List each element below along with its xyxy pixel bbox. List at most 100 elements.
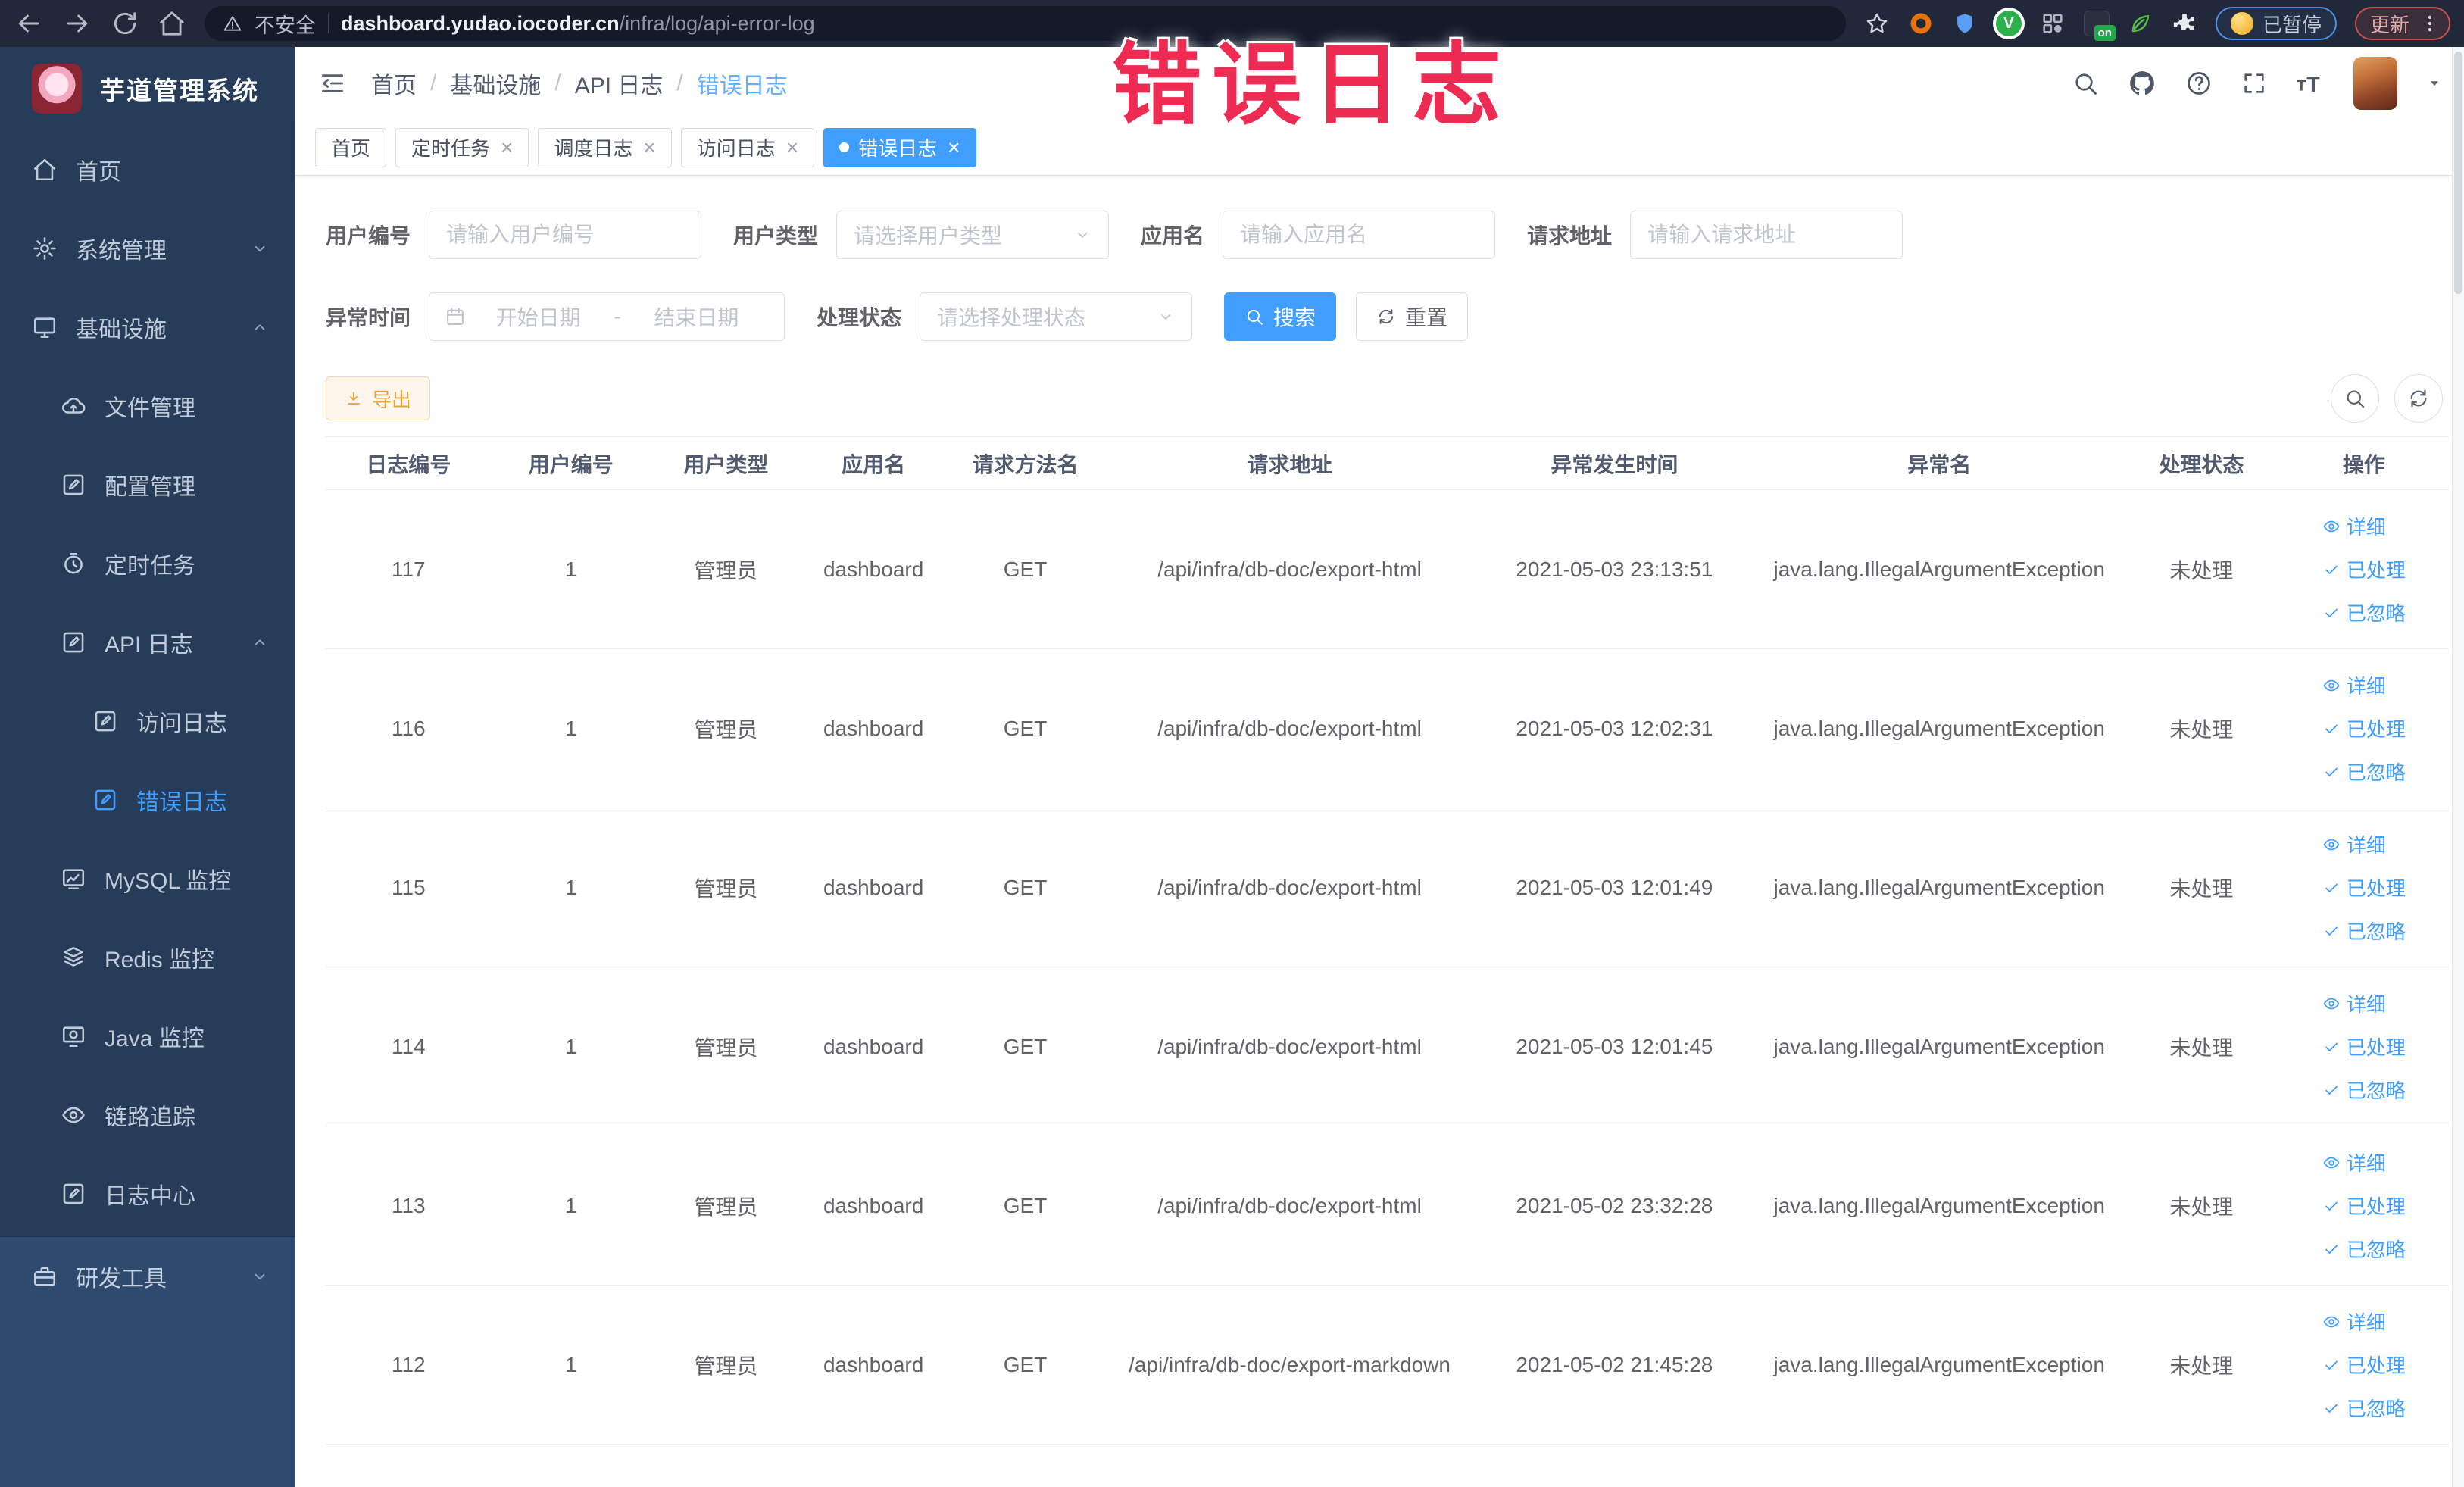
check-icon — [2322, 720, 2341, 738]
breadcrumb-item-0[interactable]: 首页 — [371, 67, 417, 100]
github-icon[interactable] — [2128, 69, 2156, 98]
action-已忽略[interactable]: 已忽略 — [2322, 758, 2406, 786]
action-已忽略[interactable]: 已忽略 — [2322, 1394, 2406, 1422]
sidebar-item-error-log[interactable]: 错误日志 — [0, 761, 295, 839]
browser-menu-kebab-icon — [2419, 12, 2441, 35]
sidebar-item-java[interactable]: Java 监控 — [0, 997, 295, 1076]
app-name-input[interactable] — [1223, 211, 1496, 259]
filter-row-1: 用户编号 用户类型请选择用户类型 应用名 请求地址 — [326, 211, 2449, 259]
profile-paused-pill[interactable]: 已暂停 — [2215, 7, 2337, 40]
tab-close-icon[interactable]: × — [501, 136, 513, 158]
cell-request-url: /api/infra/db-doc/export-html — [1104, 489, 1475, 649]
extension-icon-leaf[interactable] — [2128, 11, 2153, 36]
browser-forward-icon[interactable] — [62, 8, 92, 39]
breadcrumb-separator: / — [430, 70, 437, 95]
action-已忽略[interactable]: 已忽略 — [2322, 1235, 2406, 1263]
action-已处理[interactable]: 已处理 — [2322, 714, 2406, 742]
action-详细[interactable]: 详细 — [2322, 1307, 2386, 1335]
extension-icon-grid[interactable] — [2040, 11, 2066, 36]
breadcrumb-item-2[interactable]: API 日志 — [575, 67, 664, 100]
sidebar-item-redis[interactable]: Redis 监控 — [0, 918, 295, 997]
search-icon — [2344, 387, 2366, 410]
column-header-exception-name: 异常名 — [1754, 436, 2125, 490]
cell-actions: 详细 已处理 已忽略 — [2278, 648, 2449, 808]
sidebar-item-system[interactable]: 系统管理 — [0, 209, 295, 288]
action-详细[interactable]: 详细 — [2322, 830, 2386, 858]
font-size-icon[interactable]: TT — [2296, 69, 2325, 98]
status-select[interactable]: 请选择处理状态 — [920, 292, 1193, 341]
bookmark-star-icon[interactable] — [1864, 11, 1890, 36]
header-search-icon[interactable] — [2072, 70, 2099, 97]
sidebar-item-job[interactable]: 定时任务 — [0, 524, 295, 603]
action-已忽略[interactable]: 已忽略 — [2322, 598, 2406, 626]
tab-首页[interactable]: 首页 — [315, 127, 387, 167]
sidebar-collapse-button[interactable] — [318, 69, 347, 98]
action-已忽略[interactable]: 已忽略 — [2322, 917, 2406, 945]
browser-update-button[interactable]: 更新 — [2354, 7, 2450, 40]
sidebar-item-dev-tools[interactable]: 研发工具 — [0, 1237, 295, 1316]
table-row: 112 1 管理员 dashboard GET/api/infra/db-doc/exp… — [326, 1285, 2449, 1445]
sidebar-item-home[interactable]: 首页 — [0, 130, 295, 209]
browser-home-icon[interactable] — [158, 9, 186, 38]
breadcrumb-item-1[interactable]: 基础设施 — [450, 67, 541, 100]
extension-icon-green-v[interactable]: V — [1995, 11, 2022, 36]
action-已处理[interactable]: 已处理 — [2322, 1032, 2406, 1061]
monitor-icon — [32, 314, 58, 340]
fullscreen-icon[interactable] — [2241, 70, 2267, 96]
action-详细[interactable]: 详细 — [2322, 671, 2386, 699]
address-bar[interactable]: 不安全 dashboard.yudao.iocoder.cn/infra/log… — [205, 6, 1846, 41]
scrollbar-thumb[interactable] — [2454, 52, 2462, 294]
cell-method-name: GET — [945, 967, 1105, 1126]
app-logo[interactable]: 芋道管理系统 — [0, 47, 295, 130]
tab-访问日志[interactable]: 访问日志 × — [680, 127, 815, 167]
cell-app-name: dashboard — [801, 489, 946, 649]
action-已处理[interactable]: 已处理 — [2322, 555, 2406, 583]
page-scrollbar[interactable] — [2452, 47, 2464, 1487]
browser-back-icon[interactable] — [14, 8, 44, 39]
view-icon — [2322, 676, 2341, 695]
tab-定时任务[interactable]: 定时任务 × — [395, 127, 529, 167]
extension-icon-donut[interactable] — [1908, 11, 1934, 36]
tab-close-icon[interactable]: × — [786, 136, 798, 158]
action-详细[interactable]: 详细 — [2322, 1148, 2386, 1176]
cell-log-id: 116 — [326, 648, 492, 808]
extensions-puzzle-icon[interactable] — [2172, 11, 2197, 36]
sidebar-item-mysql[interactable]: MySQL 监控 — [0, 839, 295, 918]
app-title: 芋道管理系统 — [100, 77, 259, 105]
action-详细[interactable]: 详细 — [2322, 989, 2386, 1017]
extension-icon-dark[interactable]: on — [2083, 11, 2116, 41]
help-icon[interactable] — [2185, 70, 2213, 97]
user-menu-caret-icon[interactable] — [2426, 75, 2443, 92]
tab-错误日志[interactable]: 错误日志 × — [823, 127, 976, 167]
sidebar-item-infra[interactable]: 基础设施 — [0, 288, 295, 367]
tab-调度日志[interactable]: 调度日志 × — [538, 127, 672, 167]
search-button[interactable]: 搜索 — [1224, 292, 1337, 341]
sidebar-item-config[interactable]: 配置管理 — [0, 445, 295, 524]
action-已处理[interactable]: 已处理 — [2322, 1351, 2406, 1379]
tab-close-icon[interactable]: × — [643, 136, 655, 158]
sidebar-item-api-log[interactable]: API 日志 — [0, 603, 295, 682]
action-已处理[interactable]: 已处理 — [2322, 873, 2406, 901]
cell-status: 未处理 — [2124, 489, 2279, 649]
browser-reload-icon[interactable] — [111, 9, 139, 38]
date-range-input[interactable]: 开始日期 - 结束日期 — [429, 292, 785, 341]
req-url-input[interactable] — [1630, 211, 1903, 259]
reset-button[interactable]: 重置 — [1356, 292, 1469, 341]
sidebar-item-trace[interactable]: 链路追踪 — [0, 1076, 295, 1154]
user-type-select[interactable]: 请选择用户类型 — [836, 211, 1110, 259]
toggle-search-button[interactable] — [2331, 374, 2379, 423]
user-id-input[interactable] — [429, 211, 702, 259]
svg-text:T: T — [2297, 79, 2306, 95]
extension-icon-shield[interactable] — [1952, 11, 1978, 36]
refresh-table-button[interactable] — [2394, 374, 2443, 423]
action-已忽略[interactable]: 已忽略 — [2322, 1076, 2406, 1104]
action-已处理[interactable]: 已处理 — [2322, 1192, 2406, 1220]
sidebar-item-access-log[interactable]: 访问日志 — [0, 682, 295, 761]
sidebar-item-log-center[interactable]: 日志中心 — [0, 1154, 295, 1233]
export-button[interactable]: 导出 — [326, 376, 431, 420]
tab-close-icon[interactable]: × — [948, 136, 960, 158]
action-详细[interactable]: 详细 — [2322, 512, 2386, 540]
sidebar-item-file[interactable]: 文件管理 — [0, 367, 295, 445]
column-header-status: 处理状态 — [2124, 436, 2279, 490]
user-avatar[interactable] — [2353, 57, 2397, 110]
